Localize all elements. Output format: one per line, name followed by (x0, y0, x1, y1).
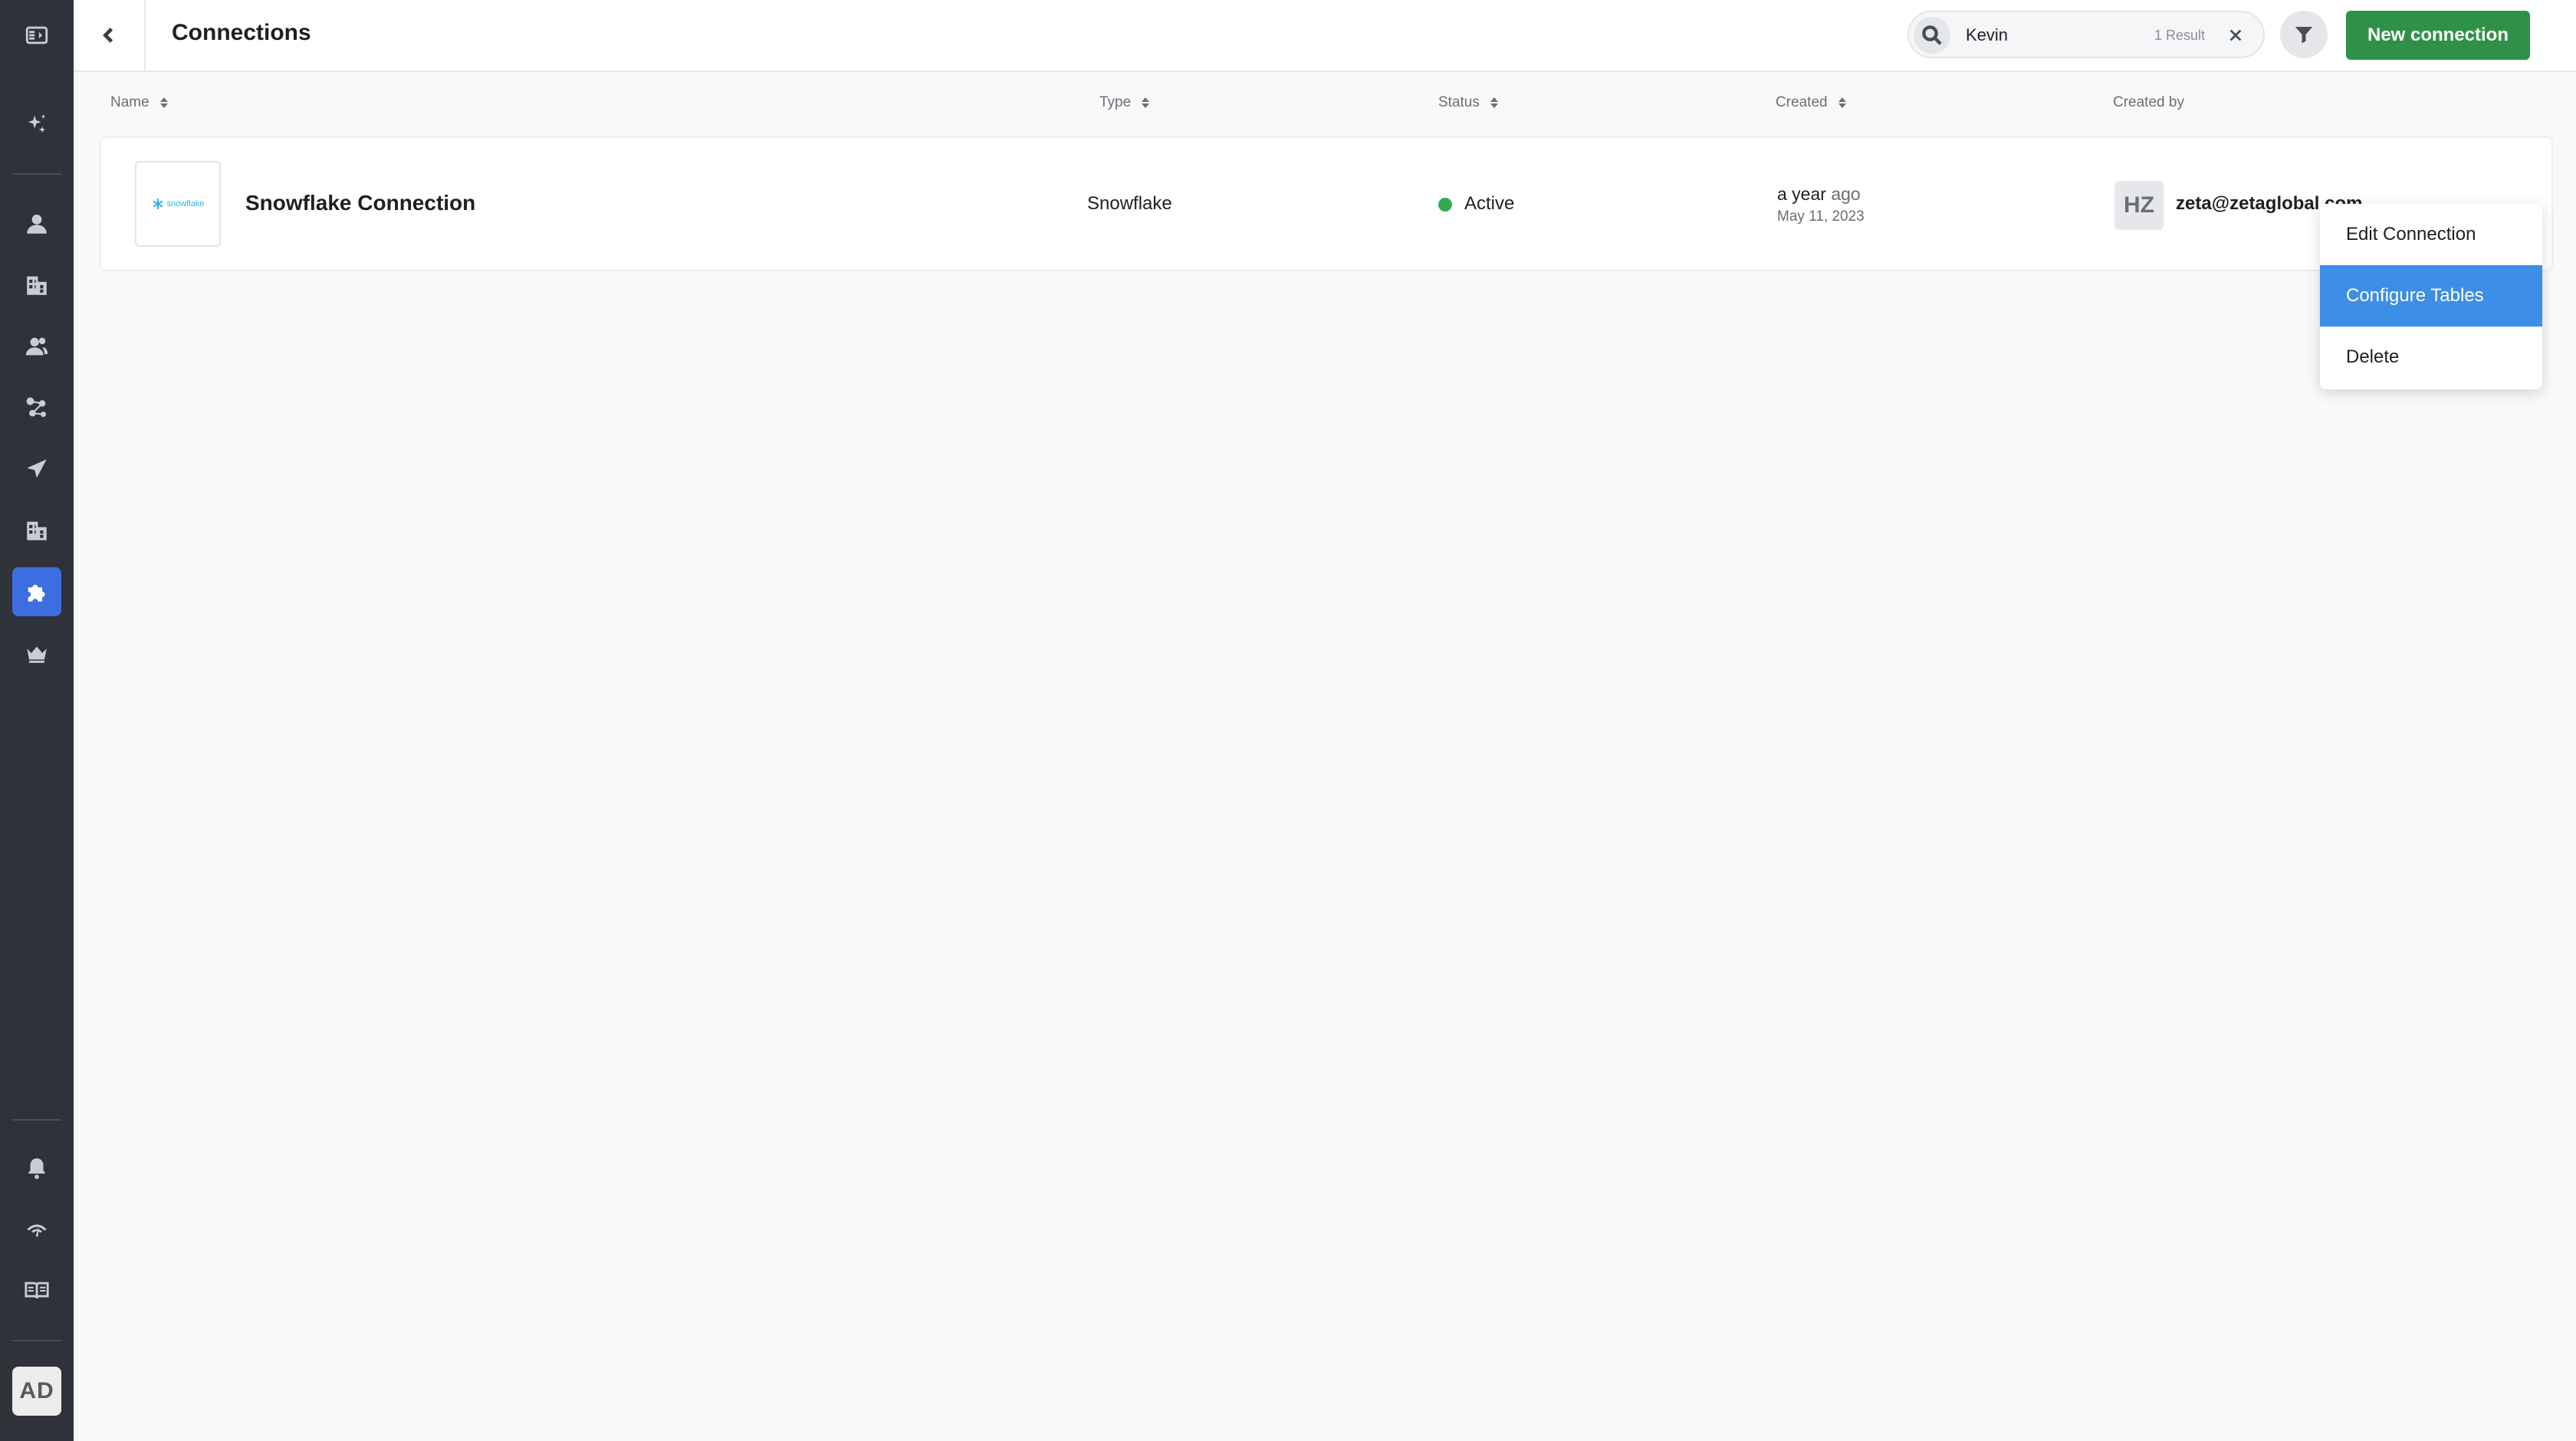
book-icon[interactable] (12, 1266, 61, 1315)
created-ago-label: ago (1831, 184, 1861, 204)
toggle-sidebar-icon[interactable] (12, 11, 61, 60)
sidebar-divider (12, 1340, 61, 1341)
column-header-label: Status (1438, 94, 1480, 110)
column-header-status[interactable]: Status (1438, 94, 1498, 111)
sidebar: AD (0, 0, 74, 1441)
sort-icon (1490, 97, 1498, 108)
connection-status: Active (1464, 193, 1515, 214)
sidebar-divider (12, 173, 61, 175)
status-indicator (1438, 198, 1452, 212)
sort-icon (1838, 97, 1846, 108)
filter-icon (2295, 27, 2313, 44)
column-header-name[interactable]: Name (110, 94, 168, 111)
menu-item-delete[interactable]: Delete (2320, 327, 2542, 388)
logo-text: snowflake (166, 199, 205, 208)
menu-item-configure-tables[interactable]: Configure Tables (2320, 265, 2542, 327)
puzzle-icon[interactable] (12, 567, 61, 616)
search-icon[interactable] (1914, 17, 1950, 54)
creator-avatar: HZ (2114, 181, 2164, 230)
created-date: May 11, 2023 (1777, 208, 1865, 225)
crown-icon[interactable] (12, 629, 61, 678)
table-row[interactable]: snowflake Snowflake Connection Snowflake… (100, 136, 2553, 271)
company-icon[interactable] (12, 506, 61, 555)
row-context-menu: Edit Connection Configure Tables Delete (2320, 204, 2542, 389)
filter-button[interactable] (2280, 11, 2328, 58)
column-header-created-by: Created by (2113, 94, 2184, 111)
created-relative: a year ago (1777, 184, 1861, 205)
column-header-label: Created by (2113, 94, 2184, 110)
snowflake-logo: snowflake (135, 161, 221, 247)
snowflake-icon (153, 199, 163, 209)
clear-search-button[interactable] (2225, 25, 2246, 46)
sort-icon (1142, 97, 1150, 108)
search-input[interactable] (1966, 21, 2142, 49)
search-result-count: 1 Result (2154, 28, 2206, 43)
page-title: Connections (172, 20, 311, 45)
column-header-label: Created (1776, 94, 1828, 110)
people-icon[interactable] (12, 322, 61, 371)
segments-icon[interactable] (12, 383, 61, 432)
send-icon[interactable] (12, 445, 61, 494)
bell-icon[interactable] (12, 1144, 61, 1193)
created-relative-value: a year (1777, 184, 1826, 204)
column-header-type[interactable]: Type (1099, 94, 1150, 111)
sparkle-icon[interactable] (12, 100, 61, 149)
building-icon[interactable] (12, 261, 61, 310)
chevron-left-icon (103, 28, 113, 43)
column-header-label: Type (1099, 94, 1132, 110)
sort-icon (159, 97, 168, 108)
person-icon[interactable] (12, 199, 61, 248)
search-box: 1 Result (1907, 11, 2265, 58)
user-avatar[interactable]: AD (12, 1367, 61, 1416)
close-icon (2229, 29, 2242, 41)
connection-type: Snowflake (1087, 193, 1172, 214)
sidebar-divider (12, 1119, 61, 1121)
menu-item-edit-connection[interactable]: Edit Connection (2320, 204, 2542, 265)
column-header-created[interactable]: Created (1776, 94, 1846, 111)
connection-name[interactable]: Snowflake Connection (245, 191, 475, 215)
column-header-label: Name (110, 94, 150, 110)
page-header: Connections 1 Result New connection (74, 0, 2576, 72)
new-connection-button[interactable]: New connection (2346, 11, 2530, 60)
back-button[interactable] (74, 0, 146, 71)
signal-icon[interactable] (12, 1205, 61, 1254)
